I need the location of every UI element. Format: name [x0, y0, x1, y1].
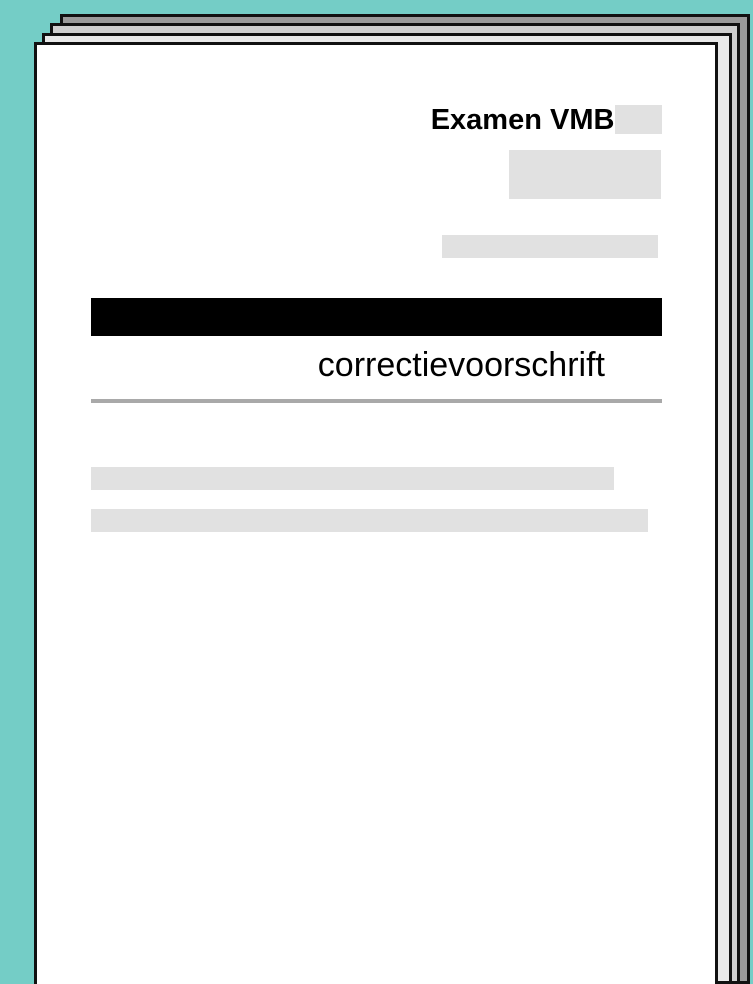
document-stack: Examen VMBO correctievoorschrift — [0, 0, 753, 984]
exam-title: Examen VMBO — [430, 104, 637, 136]
redacted-year-placeholder — [615, 105, 662, 134]
redacted-period-placeholder — [442, 235, 658, 258]
document-type-label: correctievoorschrift — [317, 346, 605, 384]
subject-redaction-bar — [91, 298, 662, 336]
redacted-level-placeholder — [509, 150, 661, 199]
redacted-text-line — [91, 467, 614, 490]
divider-rule — [91, 399, 662, 403]
redacted-text-line — [91, 509, 648, 532]
